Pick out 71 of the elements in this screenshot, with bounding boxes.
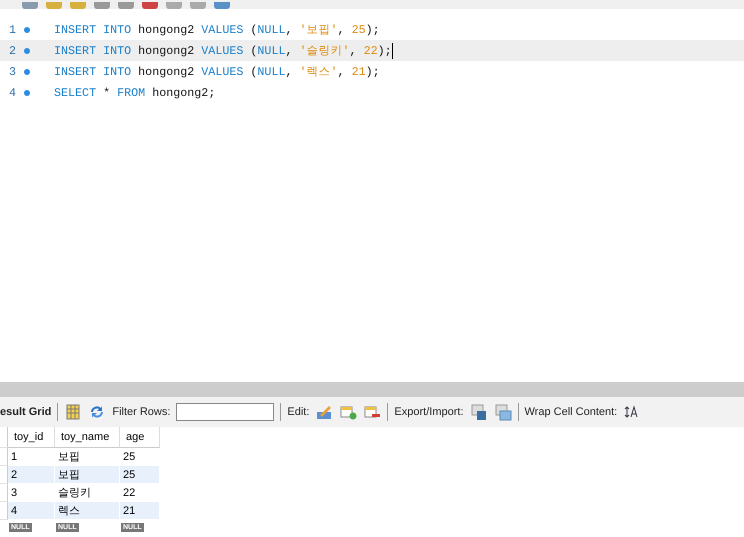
code-token: 22 bbox=[364, 44, 378, 58]
code-token: ); bbox=[366, 22, 380, 36]
export-icon[interactable] bbox=[470, 403, 488, 421]
filter-rows-label: Filter Rows: bbox=[112, 406, 170, 418]
columns-icon[interactable] bbox=[64, 403, 82, 421]
table-cell: 2 bbox=[8, 466, 55, 483]
code-token: FROM bbox=[117, 86, 146, 100]
code-token: '보핍' bbox=[300, 22, 338, 37]
line-number: 3 bbox=[8, 64, 16, 78]
code-token: , bbox=[285, 44, 294, 58]
table-cell: 렉스 bbox=[55, 502, 120, 519]
result-grid-tab[interactable]: esult Grid bbox=[0, 406, 52, 418]
code-token: VALUES bbox=[201, 44, 244, 58]
code-token: '슬링키' bbox=[300, 43, 350, 58]
toolbar-icon[interactable] bbox=[190, 2, 206, 9]
code-token: SELECT bbox=[54, 86, 96, 100]
code-token: hongong2 bbox=[137, 44, 196, 58]
code-token: ); bbox=[366, 64, 380, 78]
code-token: ( bbox=[249, 22, 258, 36]
code-token: , bbox=[338, 22, 346, 36]
toolbar-icon[interactable] bbox=[46, 2, 62, 9]
toolbar-icon[interactable] bbox=[166, 2, 182, 9]
toolbar-icon[interactable] bbox=[22, 2, 38, 9]
text-caret bbox=[392, 42, 393, 58]
table-cell: 21 bbox=[120, 502, 160, 519]
statement-dot-icon bbox=[24, 90, 30, 96]
code-token: hongong2; bbox=[151, 86, 216, 100]
line-number: 4 bbox=[8, 86, 16, 100]
code-token: NULL bbox=[257, 22, 286, 36]
wrap-cell-content-label: Wrap Cell Content: bbox=[524, 406, 618, 418]
column-header[interactable]: toy_id bbox=[8, 427, 55, 448]
code-token: '렉스' bbox=[300, 64, 338, 79]
code-token: INSERT INTO bbox=[54, 64, 132, 78]
column-header[interactable]: toy_name bbox=[55, 427, 120, 448]
line-number: 1 bbox=[8, 22, 16, 36]
toolbar-icon[interactable] bbox=[214, 2, 230, 9]
code-token: hongong2 bbox=[137, 64, 196, 78]
code-token: , bbox=[285, 64, 294, 78]
code-token: 21 bbox=[352, 64, 366, 78]
code-token: VALUES bbox=[201, 22, 244, 36]
table-cell: 보핍 bbox=[55, 466, 120, 483]
table-cell: 4 bbox=[8, 502, 55, 519]
code-token: NULL bbox=[257, 64, 286, 78]
statement-dot-icon bbox=[24, 26, 30, 32]
code-token: 25 bbox=[352, 22, 366, 36]
column-header[interactable]: age bbox=[120, 427, 160, 448]
line-number: 2 bbox=[8, 44, 16, 58]
code-token: hongong2 bbox=[137, 22, 196, 36]
statement-dot-icon bbox=[24, 48, 30, 54]
code-token: ( bbox=[249, 64, 258, 78]
pencil-icon[interactable] bbox=[315, 403, 334, 421]
import-icon[interactable] bbox=[494, 403, 512, 421]
code-token: INSERT INTO bbox=[54, 22, 132, 36]
code-token: NULL bbox=[257, 44, 286, 58]
code-token: INSERT INTO bbox=[54, 44, 132, 58]
code-token: VALUES bbox=[201, 64, 244, 78]
toolbar-icon[interactable] bbox=[118, 2, 134, 9]
filter-rows-field[interactable] bbox=[176, 403, 274, 421]
export-import-label: Export/Import: bbox=[394, 406, 464, 418]
edit-label: Edit: bbox=[287, 406, 310, 418]
toolbar-icon[interactable] bbox=[142, 2, 158, 9]
code-token: ( bbox=[249, 44, 258, 58]
code-token: * bbox=[102, 86, 112, 100]
table-cell: 25 bbox=[120, 466, 160, 483]
code-token: ); bbox=[378, 44, 392, 58]
code-token: , bbox=[350, 44, 358, 58]
code-token: , bbox=[285, 22, 294, 36]
code-token: , bbox=[338, 64, 346, 78]
toolbar-icon[interactable] bbox=[94, 2, 110, 9]
toolbar-icon[interactable] bbox=[70, 2, 86, 9]
statement-dot-icon bbox=[24, 68, 30, 74]
